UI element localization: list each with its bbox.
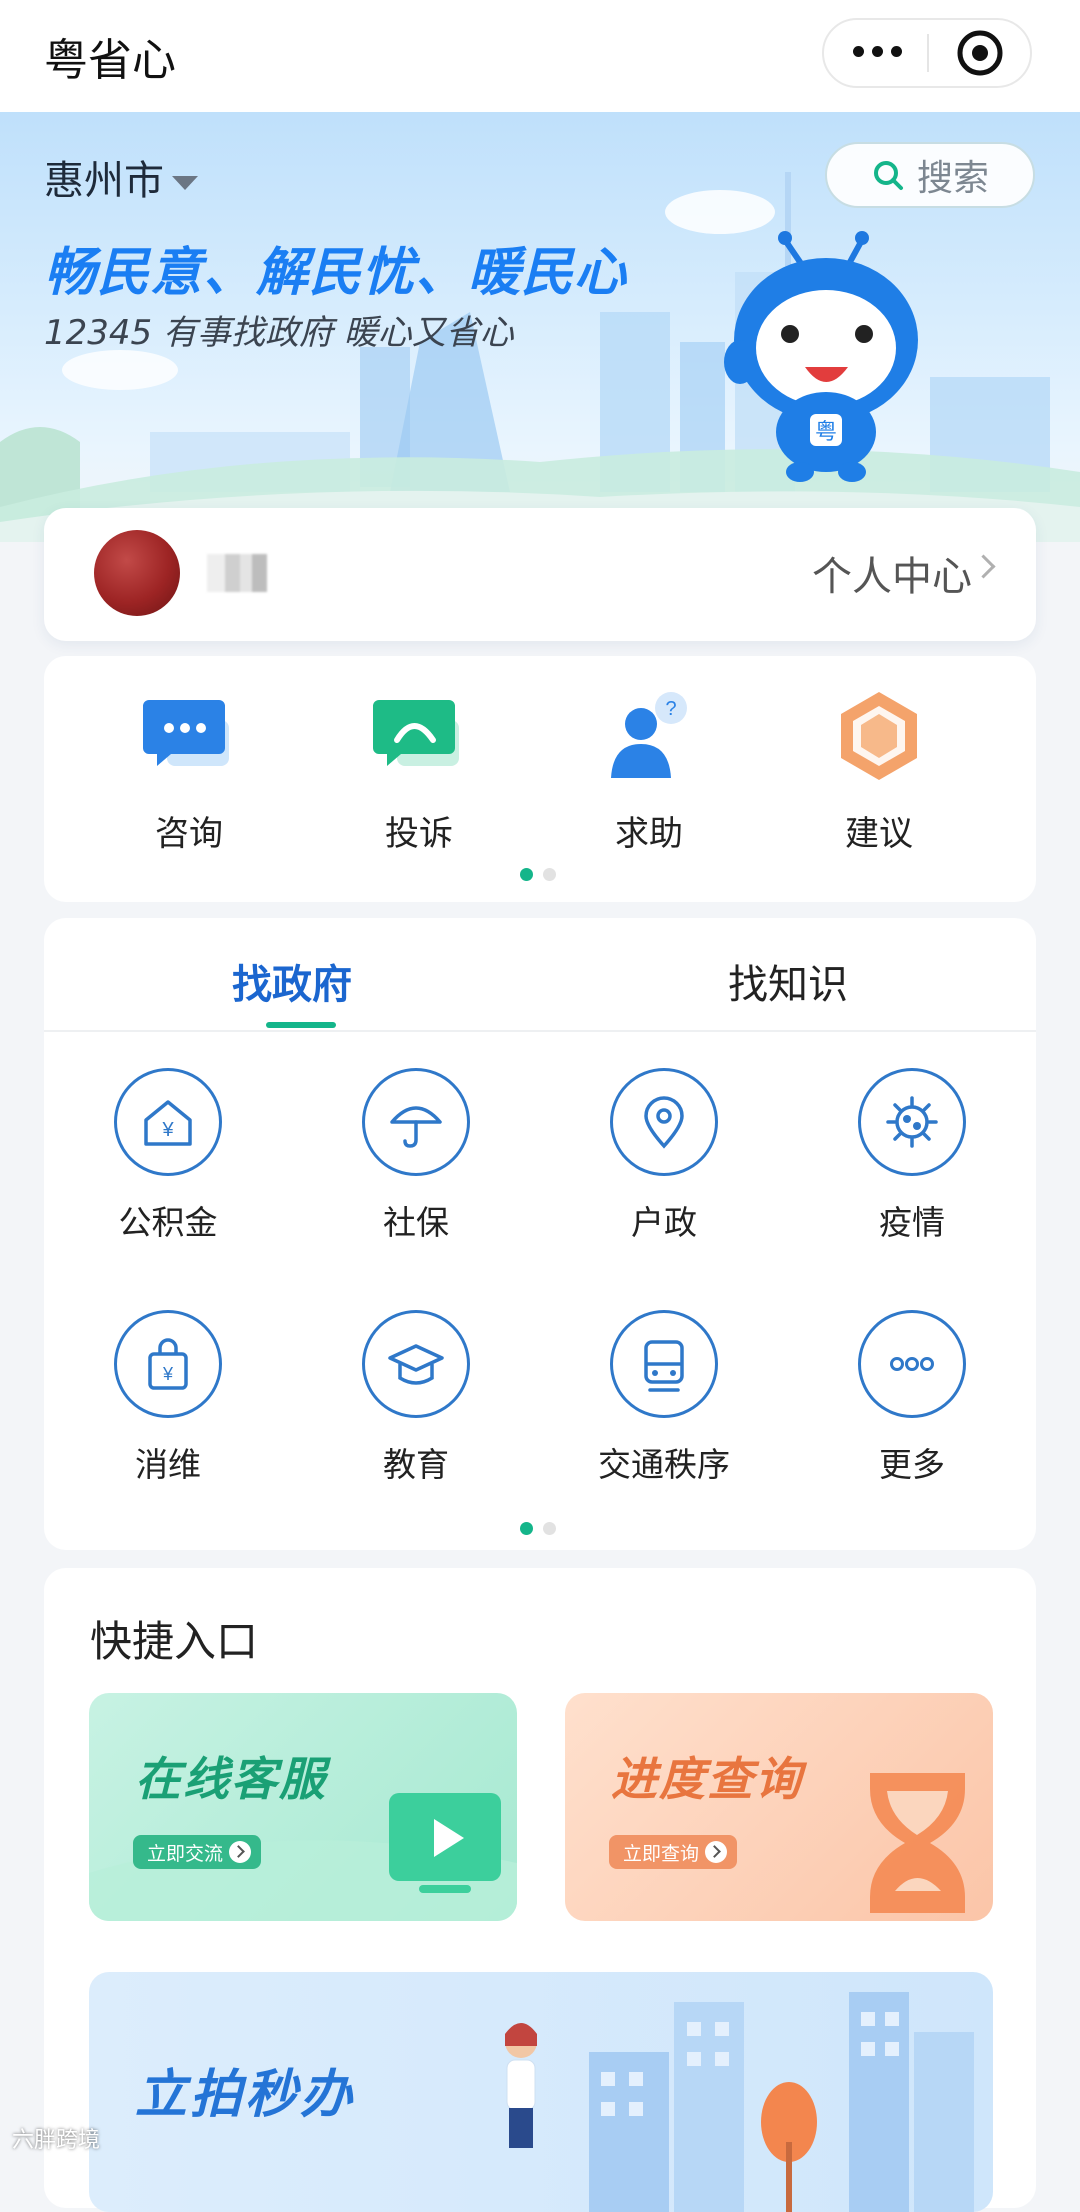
- svg-text:¥: ¥: [162, 1364, 174, 1384]
- virus-icon: [886, 1096, 938, 1148]
- service-epidemic[interactable]: 疫情: [812, 1068, 1012, 1244]
- more-options-icon[interactable]: [842, 26, 912, 76]
- carousel-indicator: [520, 868, 556, 881]
- hero-banner: 粤 惠州市 搜索 畅民意、解民忧、暖民心 12345 有事找政府 暖心又省心: [0, 112, 1080, 542]
- service-household[interactable]: 户政: [564, 1068, 764, 1244]
- chat-bubble-icon: [143, 700, 229, 766]
- service-label: 公积金: [118, 1203, 218, 1242]
- active-tab-indicator: [266, 1022, 336, 1028]
- action-label: 求助: [615, 814, 683, 854]
- service-consumer-rights[interactable]: ¥ 消维: [68, 1310, 268, 1486]
- complaint-icon: [373, 700, 459, 766]
- search-button[interactable]: 搜索: [825, 142, 1035, 208]
- personal-center-link[interactable]: 个人中心: [812, 544, 972, 602]
- city-name: 惠州市: [44, 158, 164, 204]
- query-now-button[interactable]: 立即查询: [609, 1835, 738, 1869]
- tile-title: 在线客服: [135, 1752, 327, 1806]
- tile-title: 立拍秒办: [135, 2065, 356, 2125]
- app-title: 粤省心: [44, 35, 176, 86]
- dropdown-caret-icon: [172, 176, 198, 190]
- more-dots-icon: [890, 1357, 934, 1371]
- arrow-right-icon: [229, 1841, 252, 1863]
- svg-text:?: ?: [665, 698, 676, 720]
- svg-text:¥: ¥: [161, 1119, 174, 1141]
- quick-entry-title: 快捷入口: [90, 1617, 259, 1666]
- close-target-icon[interactable]: [955, 28, 1005, 78]
- service-card: 找政府 找知识 ¥ 公积金 社保 户政 疫情 ¥ 消维 教育 交通秩序 更多: [44, 918, 1036, 1550]
- carousel-indicator: [520, 1522, 556, 1535]
- location-pin-icon: [644, 1096, 684, 1149]
- action-label: 建议: [845, 814, 913, 854]
- city-selector[interactable]: 惠州市: [44, 148, 198, 206]
- arrow-right-icon: [705, 1841, 728, 1863]
- action-card: 咨询 投诉 ? 求助 建议: [44, 656, 1036, 902]
- housing-fund-icon: ¥: [144, 1100, 192, 1146]
- action-label: 投诉: [385, 814, 453, 854]
- service-education[interactable]: 教育: [316, 1310, 516, 1486]
- service-label: 疫情: [879, 1203, 945, 1242]
- watermark-text: 六胖跨境: [12, 2128, 101, 2153]
- tab-find-government[interactable]: 找政府: [232, 952, 352, 1010]
- chat-now-button[interactable]: 立即交流: [133, 1835, 262, 1869]
- action-label: 咨询: [155, 814, 223, 854]
- action-help[interactable]: ? 求助: [574, 686, 724, 855]
- service-label: 消维: [135, 1445, 201, 1484]
- user-card[interactable]: 个人中心: [44, 508, 1036, 641]
- service-social-security[interactable]: 社保: [316, 1068, 516, 1244]
- hero-slogan: 畅民意、解民忧、暖民心: [44, 243, 628, 303]
- help-person-icon: ?: [611, 692, 687, 778]
- service-label: 教育: [383, 1445, 449, 1484]
- umbrella-icon: [390, 1106, 442, 1148]
- action-suggestion[interactable]: 建议: [804, 686, 954, 855]
- tab-find-knowledge[interactable]: 找知识: [728, 952, 848, 1010]
- quick-entry-card: 快捷入口 在线客服 立即交流 进度查询 立即查询 立拍秒办: [44, 1568, 1036, 2212]
- capsule-divider: [927, 34, 929, 72]
- online-service-tile[interactable]: 在线客服 立即交流: [89, 1693, 517, 1921]
- action-complaint[interactable]: 投诉: [344, 686, 494, 855]
- train-icon: [644, 1340, 684, 1392]
- shopping-bag-icon: ¥: [148, 1338, 188, 1390]
- progress-query-tile[interactable]: 进度查询 立即查询: [565, 1693, 993, 1921]
- service-more[interactable]: 更多: [812, 1310, 1012, 1486]
- service-tabs: 找政府 找知识: [44, 918, 1036, 1032]
- service-traffic[interactable]: 交通秩序: [564, 1310, 764, 1486]
- action-consult[interactable]: 咨询: [114, 686, 264, 855]
- service-label: 交通秩序: [598, 1445, 730, 1484]
- search-label: 搜索: [916, 158, 989, 199]
- title-bar: 粤省心: [0, 0, 1080, 112]
- suggestion-medal-icon: [841, 692, 917, 780]
- service-housing-fund[interactable]: ¥ 公积金: [68, 1068, 268, 1244]
- service-label: 户政: [631, 1203, 697, 1242]
- service-label: 社保: [383, 1203, 449, 1242]
- blurred-username: [207, 554, 267, 592]
- avatar[interactable]: [94, 530, 180, 616]
- snap-and-handle-tile[interactable]: 立拍秒办: [89, 1972, 993, 2212]
- svg-text:粤: 粤: [815, 419, 837, 444]
- chevron-right-icon: [971, 554, 996, 579]
- graduation-cap-icon: [388, 1344, 444, 1385]
- service-label: 更多: [879, 1445, 945, 1484]
- tile-title: 进度查询: [611, 1752, 803, 1806]
- hero-subslogan: 12345 有事找政府 暖心又省心: [44, 313, 514, 353]
- mini-program-capsule: [822, 18, 1032, 88]
- search-icon: [873, 161, 903, 190]
